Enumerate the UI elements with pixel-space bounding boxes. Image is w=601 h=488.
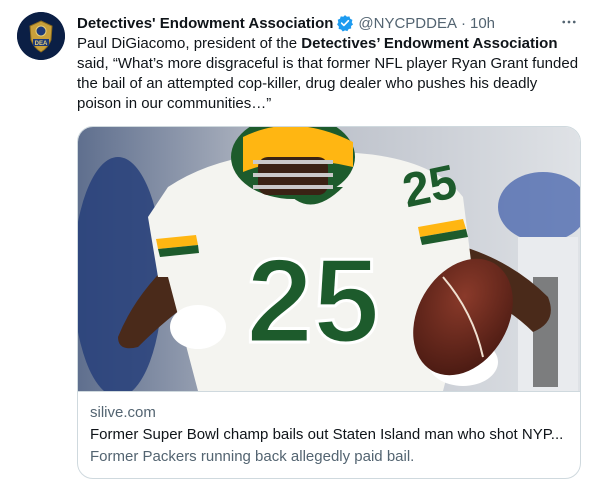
card-description: Former Packers running back allegedly pa… [90, 448, 415, 465]
tweet-text-mention: Detectives’ Endowment Association [301, 35, 558, 52]
separator-dot: · [460, 14, 466, 32]
shoulder-jersey-number: 25 [398, 155, 461, 218]
chest-jersey-number: 25 [246, 234, 379, 368]
link-card[interactable]: 25 25 silive.com Former Super Bowl champ… [77, 126, 581, 479]
football-player-image: 25 25 [78, 127, 580, 391]
tweet-text-part1: Paul DiGiacomo, president of the [77, 35, 302, 52]
card-image[interactable]: 25 25 [78, 127, 580, 391]
verified-badge-icon [336, 14, 354, 32]
card-title: Former Super Bowl champ bails out Staten… [90, 426, 564, 443]
more-horizontal-icon[interactable] [557, 10, 581, 34]
avatar-text: DEA [35, 41, 48, 47]
tweet-text-part2: said, “What’s more disgraceful is that f… [77, 55, 579, 112]
tweet-text: Paul DiGiacomo, president of the Detecti… [77, 34, 582, 114]
tweet[interactable]: DEA Detectives' Endowment Association @N… [0, 0, 601, 488]
tweet-timestamp[interactable]: 10h [470, 15, 495, 32]
avatar[interactable]: DEA [17, 12, 65, 60]
author-name[interactable]: Detectives' Endowment Association [77, 15, 333, 32]
card-footer[interactable]: silive.com Former Super Bowl champ bails… [78, 391, 580, 478]
author-handle[interactable]: @NYCPDDEA [358, 15, 457, 32]
tweet-header: Detectives' Endowment Association @NYCPD… [77, 12, 581, 34]
dea-badge-icon: DEA [17, 12, 65, 60]
card-domain: silive.com [90, 404, 156, 421]
